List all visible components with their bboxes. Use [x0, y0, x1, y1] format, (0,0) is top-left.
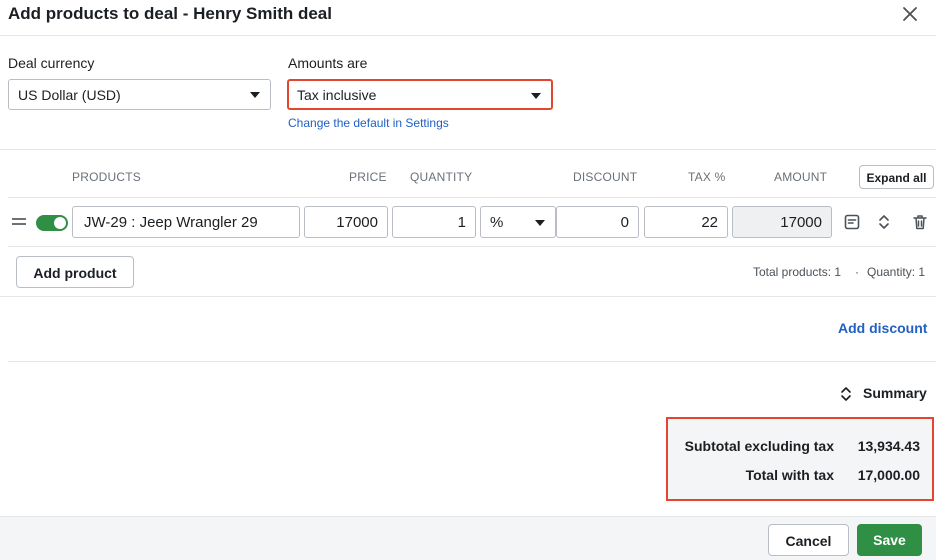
chevron-up-down-icon: [841, 387, 851, 401]
total-quantity: Quantity: 1: [867, 265, 926, 279]
caret-down-icon: [535, 220, 545, 226]
subtotal-value: 13,934.43: [857, 438, 920, 454]
discount-type-select[interactable]: %: [480, 206, 556, 238]
drag-handle-icon[interactable]: [12, 218, 26, 226]
col-header-quantity: QUANTITY: [410, 170, 473, 184]
meta-separator: ·: [855, 265, 859, 279]
add-product-button[interactable]: Add product: [16, 256, 134, 288]
col-header-price: PRICE: [349, 170, 387, 184]
amounts-are-select[interactable]: Tax inclusive: [287, 79, 553, 110]
dialog-title: Add products to deal - Henry Smith deal: [8, 4, 332, 23]
total-with-tax-label: Total with tax: [745, 467, 834, 483]
close-icon[interactable]: [900, 4, 920, 24]
col-header-amount: AMOUNT: [774, 170, 828, 184]
divider: [0, 296, 936, 297]
tax-input[interactable]: 22: [644, 206, 728, 238]
deal-currency-label: Deal currency: [8, 55, 95, 71]
change-default-settings-link[interactable]: Change the default in Settings: [288, 116, 449, 130]
caret-down-icon: [531, 93, 541, 99]
deal-currency-value: US Dollar (USD): [18, 87, 121, 103]
quantity-input[interactable]: 1: [392, 206, 476, 238]
col-header-discount: DISCOUNT: [573, 170, 638, 184]
amounts-are-label: Amounts are: [288, 55, 368, 71]
amounts-are-value: Tax inclusive: [297, 87, 377, 103]
note-icon[interactable]: [843, 213, 861, 231]
col-header-tax: TAX %: [688, 170, 726, 184]
add-discount-link[interactable]: Add discount: [838, 320, 927, 336]
totals-box: Subtotal excluding tax 13,934.43 Total w…: [666, 417, 934, 501]
divider: [8, 361, 936, 362]
product-name-input[interactable]: JW-29 : Jeep Wrangler 29: [72, 206, 300, 238]
price-input[interactable]: 17000: [304, 206, 388, 238]
cancel-button[interactable]: Cancel: [768, 524, 849, 556]
trash-icon[interactable]: [911, 213, 929, 231]
deal-currency-select[interactable]: US Dollar (USD): [8, 79, 271, 110]
divider: [8, 197, 936, 198]
discount-input[interactable]: 0: [556, 206, 639, 238]
expand-all-button[interactable]: Expand all: [859, 165, 934, 189]
caret-down-icon: [250, 92, 260, 98]
amount-value: 17000: [732, 206, 832, 238]
summary-label: Summary: [863, 385, 927, 401]
divider: [0, 149, 936, 150]
total-products-count: Total products: 1: [753, 265, 842, 279]
col-header-products: PRODUCTS: [72, 170, 141, 184]
dialog-header: Add products to deal - Henry Smith deal: [0, 0, 936, 36]
expand-collapse-icon[interactable]: [875, 213, 893, 231]
product-enabled-toggle[interactable]: [36, 215, 68, 231]
save-button[interactable]: Save: [857, 524, 922, 556]
total-with-tax-value: 17,000.00: [857, 467, 920, 483]
subtotal-label: Subtotal excluding tax: [684, 438, 834, 454]
discount-type-value: %: [490, 214, 504, 231]
divider: [8, 246, 936, 247]
